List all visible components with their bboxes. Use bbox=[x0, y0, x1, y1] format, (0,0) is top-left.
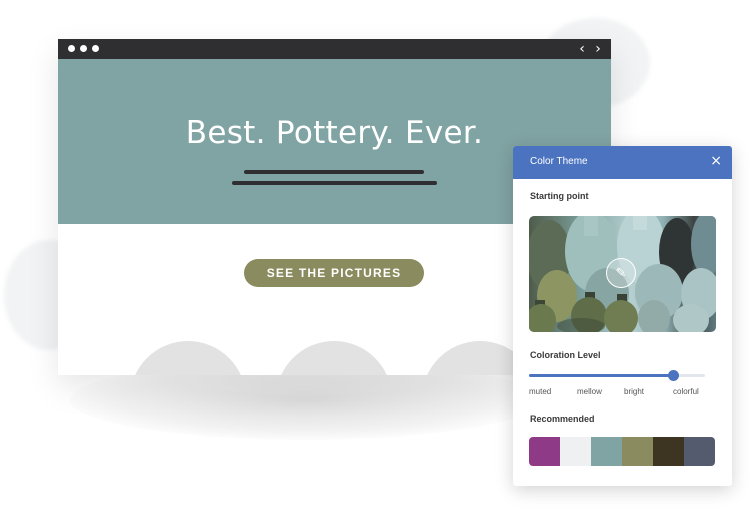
color-swatch[interactable] bbox=[653, 437, 684, 466]
color-theme-panel: Color Theme × Starting point ✎ Coloratio… bbox=[513, 146, 732, 486]
level-label-mellow[interactable]: mellow bbox=[577, 387, 602, 396]
chevron-right-icon[interactable]: › bbox=[593, 40, 603, 58]
panel-header: Color Theme × bbox=[513, 146, 732, 179]
panel-title: Color Theme bbox=[530, 156, 588, 167]
window-dot-icon[interactable] bbox=[92, 45, 99, 52]
slider-thumb[interactable] bbox=[668, 370, 680, 381]
browser-toolbar: ‹ › bbox=[58, 39, 611, 59]
color-swatch[interactable] bbox=[591, 437, 622, 466]
color-swatch[interactable] bbox=[622, 437, 653, 466]
see-pictures-button[interactable]: SEE THE PICTURES bbox=[244, 259, 424, 287]
hero-subtitle-placeholder bbox=[232, 181, 437, 185]
level-label-colorful[interactable]: colorful bbox=[673, 387, 699, 396]
slider-fill bbox=[529, 374, 674, 377]
level-label-muted[interactable]: muted bbox=[529, 387, 551, 396]
image-placeholder bbox=[130, 341, 246, 375]
coloration-level-label: Coloration Level bbox=[530, 350, 601, 360]
eyedropper-icon[interactable]: ✎ bbox=[606, 258, 636, 288]
level-label-bright[interactable]: bright bbox=[624, 387, 644, 396]
chevron-left-icon[interactable]: ‹ bbox=[577, 40, 587, 58]
close-icon[interactable]: × bbox=[710, 153, 722, 169]
hero-subtitle-placeholder bbox=[244, 170, 424, 174]
window-dot-icon[interactable] bbox=[68, 45, 75, 52]
window-dot-icon[interactable] bbox=[80, 45, 87, 52]
color-swatch[interactable] bbox=[560, 437, 591, 466]
image-placeholder bbox=[276, 341, 392, 375]
window-controls bbox=[68, 45, 99, 52]
coloration-slider[interactable] bbox=[529, 370, 705, 381]
color-swatch[interactable] bbox=[684, 437, 715, 466]
recommended-palette[interactable] bbox=[529, 437, 715, 466]
starting-point-image[interactable]: ✎ bbox=[529, 216, 716, 332]
browser-nav: ‹ › bbox=[577, 40, 603, 58]
recommended-label: Recommended bbox=[530, 414, 595, 424]
color-swatch[interactable] bbox=[529, 437, 560, 466]
starting-point-label: Starting point bbox=[530, 191, 589, 201]
